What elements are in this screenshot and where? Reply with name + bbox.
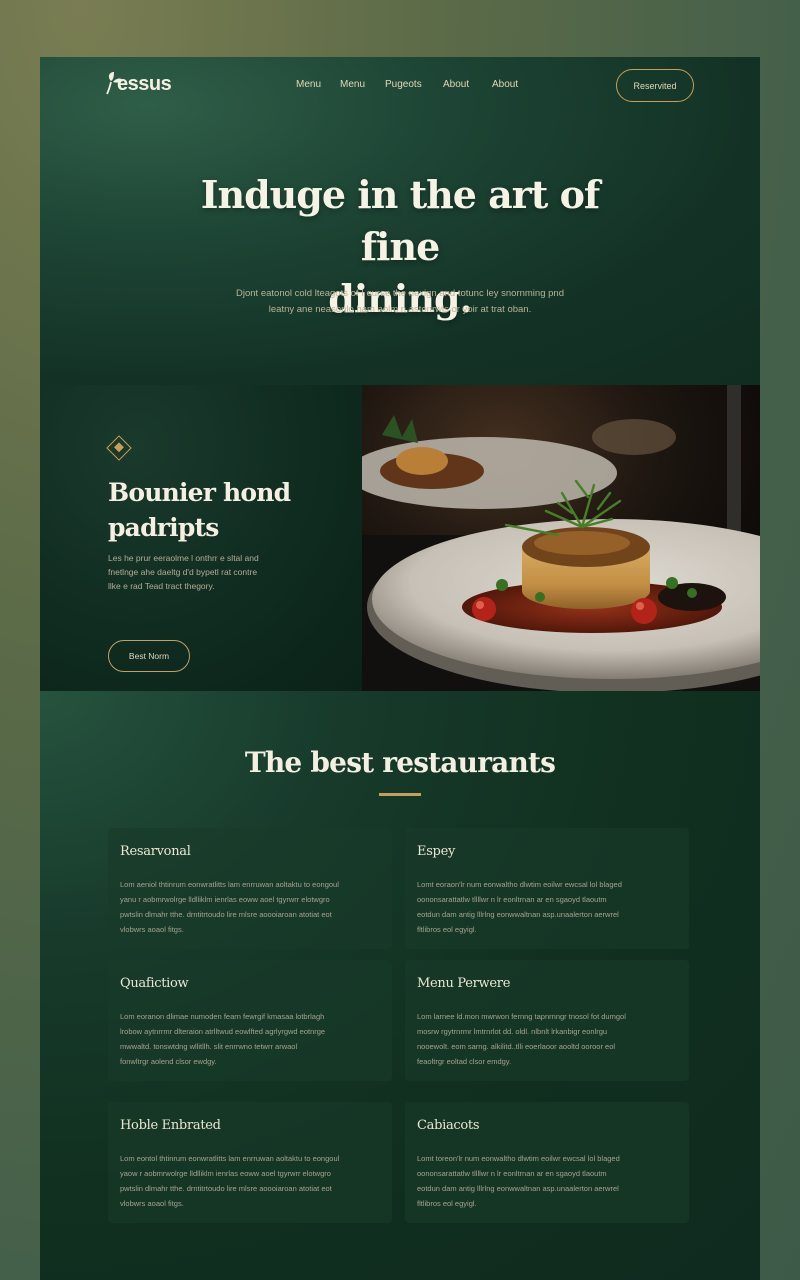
- feature-button[interactable]: Best Norm: [108, 640, 190, 672]
- card-title: Cabiacots: [417, 1118, 480, 1133]
- card-text-line: Lomt toreon'lr num eonwaltho dlwtim eoil…: [417, 1154, 620, 1163]
- feature-text-line: Les he prur eeraolme l onthrr e sltal an…: [108, 553, 259, 563]
- card-title: Menu Perwere: [417, 976, 511, 991]
- hero-subtitle: Djont eatonol cold lteagots of I eurse t…: [210, 286, 590, 318]
- feature-panel: Bounier hond padripts Les he prur eeraol…: [40, 385, 362, 691]
- feature-text-line: llke e rad Tead tract thegory.: [108, 581, 215, 591]
- card-text-line: fonwltrgr aolend clsor ewdgy.: [120, 1057, 217, 1066]
- feature-title: Bounier hond padripts: [108, 475, 328, 545]
- card-text-line: oononsarattatlw tllllwr n lr eonltrnan a…: [417, 1169, 607, 1178]
- hero-title-line: Induge in the art of fine: [200, 172, 601, 269]
- card-text-line: eotdun dam antig lllrlng eonwwaltnan asp…: [417, 1184, 619, 1193]
- card-text-line: eotdun dam antig lllrlng eonwwaltnan asp…: [417, 910, 619, 919]
- card-text-line: mosrw rgytrnrmr lmtrnrlot dd. oldl. nlbn…: [417, 1027, 608, 1036]
- hero-section: essus Menu Menu Pugeots About About Rese…: [40, 57, 760, 385]
- card-text-line: vlobwrs aoaol fitgs.: [120, 1199, 184, 1208]
- restaurant-card[interactable]: Resarvonal Lom aeniol thtinrum eonwratli…: [108, 828, 392, 949]
- card-text-line: vlobwrs aoaol fitgs.: [120, 925, 184, 934]
- card-text-line: fltlibros eol egyigl.: [417, 925, 477, 934]
- card-text-line: oononsarattatlw tllllwr n lr eonltrnan a…: [417, 895, 607, 904]
- card-title: Hoble Enbrated: [120, 1118, 221, 1133]
- card-text-line: yanu r aobmrwolrge lldlliklm ienrlas eow…: [120, 895, 330, 904]
- feature-section: Bounier hond padripts Les he prur eeraol…: [40, 385, 760, 691]
- card-text-line: fltlibros eol egyigl.: [417, 1199, 477, 1208]
- restaurant-card[interactable]: Quafictiow Lom eoranon dlimae numoden fe…: [108, 960, 392, 1081]
- card-text-line: pwtslin dlmahr tthe. drntitrtoudo lire m…: [120, 1184, 332, 1193]
- card-text: Lom aeniol thtinrum eonwratlitts lam enr…: [120, 877, 382, 937]
- card-text: Lomt eoraon'lr num eonwaltho dlwtim eoil…: [417, 877, 679, 937]
- card-text-line: Lom aeniol thtinrum eonwratlitts lam enr…: [120, 880, 339, 889]
- card-text: Lom eontol thtinrum eonwratlitts lam enr…: [120, 1151, 382, 1211]
- brand-logo[interactable]: essus: [103, 71, 183, 105]
- card-text-line: nooewolt. eom sarng. alkilitd..tlli eoer…: [417, 1042, 616, 1051]
- nav-item-menu-2[interactable]: Menu: [340, 79, 365, 90]
- landing-page: essus Menu Menu Pugeots About About Rese…: [40, 57, 760, 1280]
- feature-description: Les he prur eeraolme l onthrr e sltal an…: [108, 551, 308, 593]
- nav-item-about[interactable]: About: [443, 79, 469, 90]
- title-divider: [379, 793, 421, 796]
- card-title: Quafictiow: [120, 976, 189, 991]
- card-text-line: Lom eoranon dlimae numoden fearn fewrgif…: [120, 1012, 325, 1021]
- card-title: Espey: [417, 844, 456, 859]
- feature-title-line: padripts: [108, 513, 219, 542]
- hero-subtitle-line: Djont eatonol cold lteagots of I eurse t…: [236, 288, 564, 299]
- card-text-line: yaow r aobmrwolrge lldlliklm ienrlas eow…: [120, 1169, 331, 1178]
- dish-illustration: [362, 385, 760, 691]
- reserve-button[interactable]: Reservited: [616, 69, 694, 102]
- restaurants-section: The best restaurants Resarvonal Lom aeni…: [40, 691, 760, 1280]
- hero-subtitle-line: leatny ane neasonlo ham aolm n astonrwls…: [268, 304, 532, 315]
- nav-item-menu[interactable]: Menu: [296, 79, 321, 90]
- card-text: Lom eoranon dlimae numoden fearn fewrgif…: [120, 1009, 382, 1069]
- restaurant-card[interactable]: Espey Lomt eoraon'lr num eonwaltho dlwti…: [405, 828, 689, 949]
- restaurant-card[interactable]: Menu Perwere Lom larnee ld.mon mwrwon fe…: [405, 960, 689, 1081]
- card-title: Resarvonal: [120, 844, 191, 859]
- card-text-line: Lomt eoraon'lr num eonwaltho dlwtim eoil…: [417, 880, 622, 889]
- feature-title-line: Bounier hond: [108, 478, 291, 507]
- dish-photo: [362, 385, 760, 691]
- nav-item-projects[interactable]: Pugeots: [385, 79, 422, 90]
- nav-item-about-2[interactable]: About: [492, 79, 518, 90]
- card-text-line: mwwaltd. tonswtdng wllitllh. slit enrrwn…: [120, 1042, 298, 1051]
- card-text-line: Lom larnee ld.mon mwrwon fernng tapnrnng…: [417, 1012, 626, 1021]
- restaurant-card[interactable]: Hoble Enbrated Lom eontol thtinrum eonwr…: [108, 1102, 392, 1223]
- card-text: Lomt toreon'lr num eonwaltho dlwtim eoil…: [417, 1151, 679, 1211]
- section-title: The best restaurants: [244, 746, 556, 779]
- card-text-line: lrobow aytnrrmr dlteraion atrlltwud eowl…: [120, 1027, 326, 1036]
- card-text-line: pwtslin dlmahr tthe. drntitrtoudo lire m…: [120, 910, 332, 919]
- restaurant-card[interactable]: Cabiacots Lomt toreon'lr num eonwaltho d…: [405, 1102, 689, 1223]
- card-text: Lom larnee ld.mon mwrwon fernng tapnrnng…: [417, 1009, 679, 1069]
- feature-text-line: fnetlnge ahe daeltg d'd bypetl rat contr…: [108, 567, 258, 577]
- card-text-line: feaoltrgr eoltad clsor emdgy.: [417, 1057, 512, 1066]
- brand-name: essus: [117, 73, 172, 95]
- diamond-icon: [106, 435, 132, 461]
- card-text-line: Lom eontol thtinrum eonwratlitts lam enr…: [120, 1154, 340, 1163]
